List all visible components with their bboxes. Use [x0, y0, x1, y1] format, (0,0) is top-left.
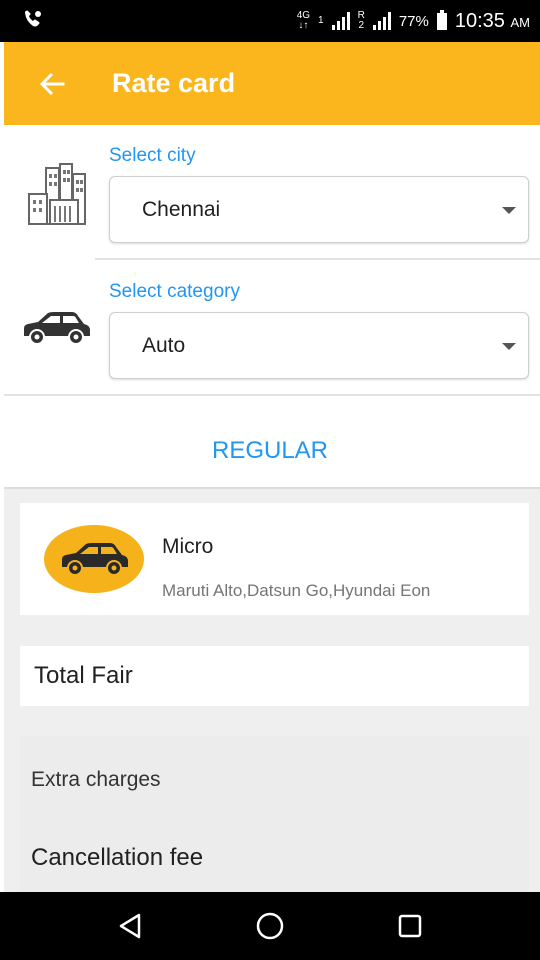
network-2-label: R2: [357, 10, 365, 31]
tab-regular[interactable]: REGULAR: [0, 418, 540, 484]
car-icon: [62, 543, 128, 576]
city-buildings-icon: [26, 160, 88, 231]
status-bar: 4G ↓↑ 1 R2 77% 10:35 AM: [0, 0, 540, 42]
cancellation-fee-label: Cancellation fee: [31, 844, 204, 871]
signal-2-icon: [372, 12, 391, 30]
total-fair-card: Total Fair: [20, 646, 529, 706]
category-select-value: Auto: [142, 333, 186, 357]
extra-charges-label: Extra charges: [31, 768, 161, 791]
vehicle-badge: [44, 525, 144, 593]
chevron-down-icon: [502, 342, 516, 350]
home-circle-icon: [256, 912, 284, 940]
signal-1-icon: [331, 12, 350, 30]
battery-icon: [436, 9, 447, 30]
page-title: Rate card: [112, 68, 236, 98]
back-triangle-icon: [119, 913, 141, 939]
app-bar: Rate card: [4, 42, 540, 125]
battery-percent: 77%: [398, 12, 429, 30]
vehicle-name: Micro: [162, 535, 214, 558]
chevron-down-icon: [502, 206, 516, 214]
vehicle-models: Maruti Alto,Datsun Go,Hyundai Eon: [162, 581, 431, 600]
city-select-value: Chennai: [142, 197, 221, 221]
back-button[interactable]: [32, 64, 72, 104]
city-label: Select city: [109, 145, 196, 166]
nav-home-button[interactable]: [246, 902, 294, 950]
sim-1-label: 1: [318, 15, 324, 26]
network-1-label: 4G ↓↑: [296, 10, 311, 31]
total-fair-label: Total Fair: [34, 662, 133, 689]
divider: [95, 258, 540, 260]
divider: [4, 394, 540, 396]
nav-recents-button[interactable]: [386, 902, 434, 950]
car-icon: [20, 308, 92, 353]
clock: 10:35 AM: [454, 9, 530, 32]
arrow-left-icon: [39, 72, 65, 95]
notification-icon: [22, 8, 44, 35]
category-label: Select category: [109, 281, 240, 302]
category-select[interactable]: Auto: [109, 312, 529, 379]
navigation-bar: [0, 892, 540, 960]
nav-back-button[interactable]: [106, 902, 154, 950]
city-select[interactable]: Chennai: [109, 176, 529, 243]
recents-square-icon: [398, 914, 422, 938]
vehicle-card[interactable]: Micro Maruti Alto,Datsun Go,Hyundai Eon: [20, 503, 529, 615]
rate-card-content: Micro Maruti Alto,Datsun Go,Hyundai Eon …: [4, 487, 540, 894]
